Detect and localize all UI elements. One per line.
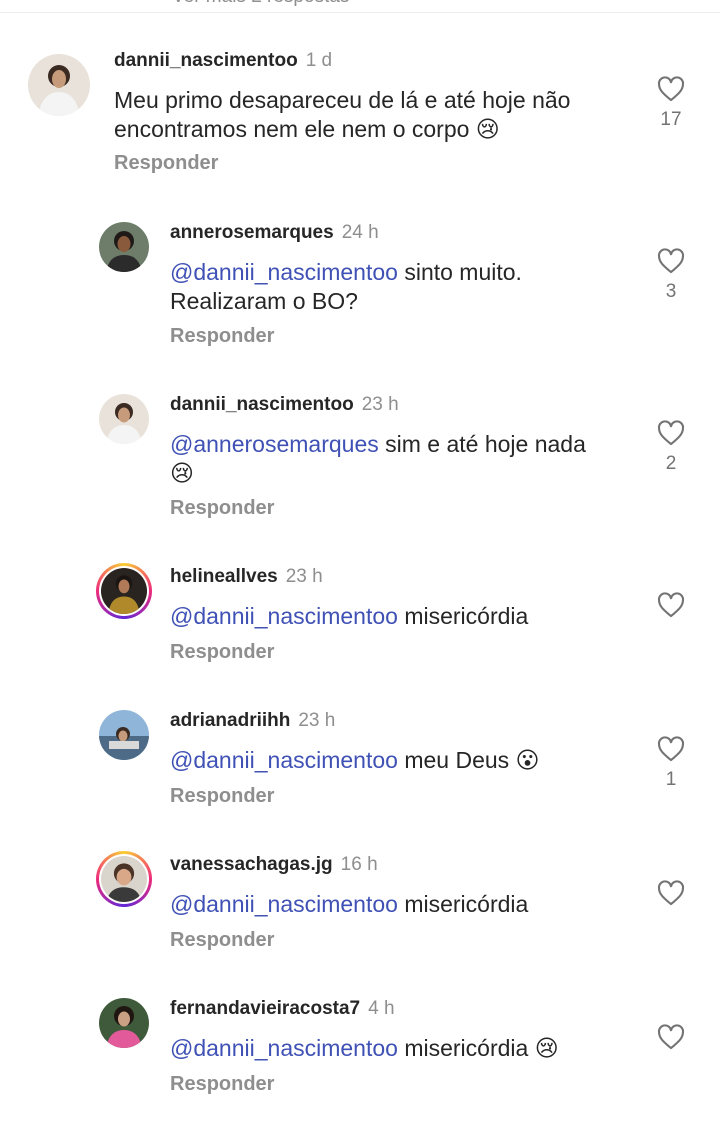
mention-link[interactable]: @dannii_nascimentoo — [170, 747, 398, 773]
reply-button[interactable]: Responder — [170, 1073, 274, 1096]
comment-text: @dannii_nascimentoo misericórdia — [170, 890, 640, 919]
like-control — [651, 880, 691, 913]
mention-link[interactable]: @annerosemarques — [170, 431, 379, 457]
like-count: 2 — [665, 453, 677, 474]
heart-icon[interactable] — [657, 880, 685, 906]
comment-body: misericórdia 😢 — [404, 1035, 559, 1061]
comment-username[interactable]: adrianadriihh — [170, 710, 290, 731]
heart-icon[interactable] — [657, 1024, 685, 1050]
like-count: 17 — [660, 109, 682, 130]
comment-text: @dannii_nascimentoo misericórdia 😢 — [170, 1034, 640, 1063]
like-control — [651, 592, 691, 625]
comment-username[interactable]: helineallves — [170, 566, 278, 587]
comment-time: 23 h — [285, 566, 323, 587]
comment-text: @dannii_nascimentoo meu Deus 😮 — [170, 746, 640, 775]
comment-text: @dannii_nascimentoo misericórdia — [170, 602, 640, 631]
like-count: 1 — [665, 769, 677, 790]
like-control: 1 — [651, 736, 691, 791]
comment-time: 4 h — [368, 998, 395, 1019]
heart-icon[interactable] — [657, 592, 685, 618]
reply-button[interactable]: Responder — [170, 497, 274, 520]
avatar-story-ring[interactable] — [96, 851, 152, 907]
comment-time: 1 d — [305, 50, 333, 71]
comment-username[interactable]: annerosemarques — [170, 222, 334, 243]
previous-replies-strip: Ver mais 2 respostas — [0, 0, 720, 18]
comment-text: @annerosemarques sim e até hoje nada 😢 — [170, 430, 590, 488]
like-count: 3 — [665, 281, 677, 302]
avatar[interactable] — [99, 998, 149, 1048]
like-control: 3 — [651, 248, 691, 303]
avatar[interactable] — [99, 710, 149, 760]
avatar[interactable] — [28, 54, 90, 116]
reply-button[interactable]: Responder — [170, 641, 274, 664]
comment-username[interactable]: vanessachagas.jg — [170, 854, 333, 875]
avatar[interactable] — [99, 222, 149, 272]
like-control: 2 — [651, 420, 691, 475]
comment-body: Meu primo desapareceu de lá e até hoje n… — [114, 87, 571, 142]
heart-icon[interactable] — [657, 420, 685, 446]
reply-button[interactable]: Responder — [170, 785, 274, 808]
avatar-story-ring[interactable] — [96, 563, 152, 619]
mention-link[interactable]: @dannii_nascimentoo — [170, 259, 398, 285]
mention-link[interactable]: @dannii_nascimentoo — [170, 1035, 398, 1061]
like-control — [651, 1024, 691, 1057]
heart-icon[interactable] — [657, 736, 685, 762]
mention-link[interactable]: @dannii_nascimentoo — [170, 603, 398, 629]
heart-icon[interactable] — [657, 76, 685, 102]
comment-body: misericórdia — [404, 891, 529, 917]
comment-body: meu Deus 😮 — [404, 747, 540, 773]
divider — [0, 12, 720, 13]
like-control: 17 — [651, 76, 691, 131]
comment-time: 23 h — [298, 710, 336, 731]
comment-username[interactable]: dannii_nascimentoo — [114, 50, 298, 71]
comment-time: 23 h — [361, 394, 399, 415]
comment-text: Meu primo desapareceu de lá e até hoje n… — [114, 86, 634, 144]
comment-username[interactable]: dannii_nascimentoo — [170, 394, 354, 415]
heart-icon[interactable] — [657, 248, 685, 274]
reply-button[interactable]: Responder — [170, 325, 274, 348]
comment-time: 24 h — [341, 222, 379, 243]
reply-button[interactable]: Responder — [114, 152, 218, 175]
comment-text: @dannii_nascimentoo sinto muito. Realiza… — [170, 258, 640, 316]
comment-username[interactable]: fernandavieiracosta7 — [170, 998, 360, 1019]
comment-time: 16 h — [340, 854, 378, 875]
mention-link[interactable]: @dannii_nascimentoo — [170, 891, 398, 917]
comment-body: misericórdia — [404, 603, 529, 629]
reply-button[interactable]: Responder — [170, 929, 274, 952]
avatar[interactable] — [99, 394, 149, 444]
view-more-replies-link[interactable]: Ver mais 2 respostas — [172, 0, 349, 8]
